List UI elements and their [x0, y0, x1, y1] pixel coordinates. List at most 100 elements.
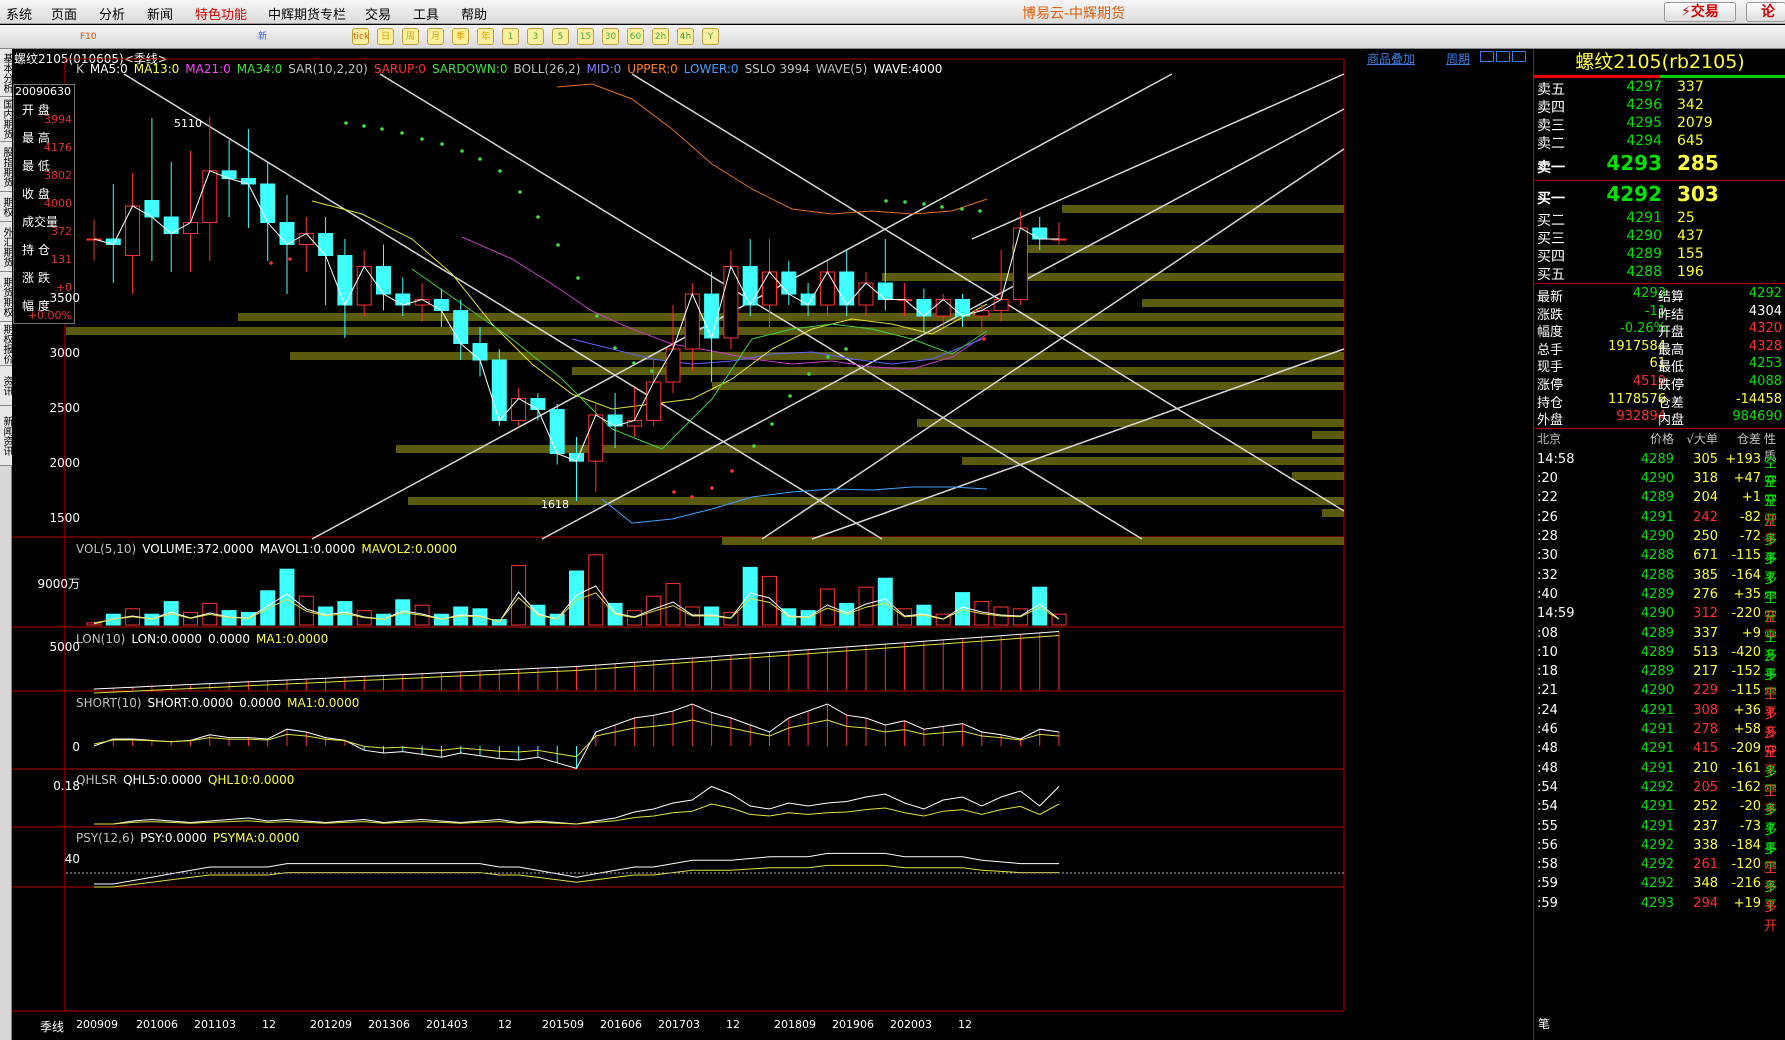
custom-icon[interactable]: Y [702, 28, 719, 45]
bid-row[interactable]: 买四 4289 155 [1534, 246, 1785, 266]
tick-oi-change: +19 [1733, 895, 1761, 911]
menu-tools[interactable]: 工具 [413, 4, 439, 23]
menu-page[interactable]: 页面 [51, 4, 77, 23]
table-icon[interactable] [300, 28, 317, 45]
min1-icon[interactable]: 1 [502, 28, 519, 45]
indicator-value: WAVE:4000 [873, 62, 943, 76]
info-label: 持 仓 [22, 243, 50, 257]
trend-line [971, 73, 1345, 240]
left-rail-tab[interactable]: 股指期货 [0, 142, 12, 192]
stat-value: 61 [1649, 356, 1666, 372]
home-icon[interactable] [29, 28, 46, 45]
chart-area[interactable]: 螺纹2105(010605)<季线> 商品叠加 周期 K MA5:0 MA13:0 M… [12, 49, 1532, 1040]
new-icon[interactable]: 新 [254, 28, 271, 45]
ask-row[interactable]: 卖二 4294 645 [1534, 133, 1785, 153]
candle-body [1032, 227, 1048, 240]
price-axis-label: 3500 [49, 291, 80, 305]
tick-volume: 312 [1693, 606, 1718, 622]
zoom-out-icon[interactable] [154, 28, 171, 45]
stat-value: 1178576 [1608, 391, 1666, 407]
ask-row[interactable]: 卖四 4296 342 [1534, 97, 1785, 117]
left-rail-tab[interactable]: 期权报价 [0, 322, 12, 366]
tick-oi-change: +1 [1741, 490, 1761, 506]
trade-button[interactable]: ⚡交易 [1664, 2, 1736, 22]
calc-icon[interactable] [730, 28, 747, 45]
tick-oi-change: -115 [1731, 683, 1761, 699]
bid-row[interactable]: 买一 4292 303 [1534, 182, 1785, 210]
tick-volume: 308 [1693, 702, 1718, 718]
left-rail-tab[interactable]: 新闻资讯 [0, 406, 12, 466]
left-rail-tab[interactable]: 国内期货 [0, 97, 12, 142]
left-rail-tab[interactable]: 外汇期货 [0, 222, 12, 272]
hour4-icon[interactable]: 4h [677, 28, 694, 45]
tick-time: :10 [1537, 644, 1558, 660]
menu-help[interactable]: 帮助 [461, 4, 487, 23]
candle-body [916, 299, 932, 317]
candle-body [993, 299, 1009, 311]
tick-oi-change: +35 [1733, 586, 1761, 602]
menu-features[interactable]: 特色功能 [195, 4, 247, 23]
bid-row[interactable]: 买三 4290 437 [1534, 228, 1785, 248]
grid-icon[interactable] [54, 28, 71, 45]
bid-volume: 25 [1677, 210, 1695, 226]
bid-volume: 196 [1677, 264, 1704, 280]
hour2-icon[interactable]: 2h [652, 28, 669, 45]
left-rail-tab[interactable]: 期权 [0, 192, 12, 222]
sar-dot [672, 490, 676, 494]
ask-row[interactable]: 卖一 4293 285 [1534, 151, 1785, 179]
tick-row[interactable]: :59 4293 294 +19 多开 [1534, 895, 1785, 934]
tick-volume: 318 [1693, 471, 1718, 487]
season-icon[interactable]: 季 [452, 28, 469, 45]
left-rail-tab[interactable]: 资讯 [0, 366, 12, 406]
back-arrow-icon[interactable] [4, 28, 21, 45]
min3-icon[interactable]: 3 [527, 28, 544, 45]
volume-profile-bar [1062, 205, 1344, 213]
layers-icon[interactable] [179, 28, 196, 45]
min60-icon[interactable]: 60 [627, 28, 644, 45]
month-icon[interactable]: 月 [427, 28, 444, 45]
qhl5-line [94, 785, 1060, 825]
toolbar: F10 新 tick 日周月季年 1 3 5 15 30 60 2h 4h Y [0, 25, 1785, 49]
menu-analysis[interactable]: 分析 [99, 4, 125, 23]
ask-row[interactable]: 卖五 4297 337 [1534, 79, 1785, 99]
bid-row[interactable]: 买二 4291 25 [1534, 210, 1785, 230]
year-icon[interactable]: 年 [477, 28, 494, 45]
min5-icon[interactable]: 5 [552, 28, 569, 45]
menu-news[interactable]: 新闻 [147, 4, 173, 23]
tick-footer: 笔 [1538, 1017, 1551, 1031]
sar-dot [595, 314, 599, 318]
f10-icon[interactable]: F10 [79, 28, 97, 45]
menu-zhonghui-column[interactable]: 中辉期货专栏 [268, 4, 346, 23]
menu-system[interactable]: 系统 [6, 4, 32, 23]
week-icon[interactable]: 周 [402, 28, 419, 45]
tick-oi-change: +36 [1733, 702, 1761, 718]
tick-price: 4291 [1640, 799, 1674, 815]
time-axis-label: 201906 [832, 1018, 874, 1031]
indicator-value: LON(10) [76, 632, 126, 646]
zoom-in-icon[interactable] [129, 28, 146, 45]
line-chart-icon[interactable] [325, 28, 342, 45]
stat-label: 最新 [1537, 290, 1564, 305]
time-axis-label: 201606 [600, 1018, 642, 1031]
min30-icon[interactable]: 30 [602, 28, 619, 45]
refresh-icon[interactable] [104, 28, 121, 45]
forum-button[interactable]: 论 [1746, 2, 1785, 22]
stat-value: -11 [1644, 303, 1666, 319]
tick-icon[interactable]: tick [352, 28, 369, 45]
indicator-value: SARDOWN:0 [431, 62, 508, 76]
sar-dot [807, 372, 811, 376]
day-icon[interactable]: 日 [377, 28, 394, 45]
bid-row[interactable]: 买五 4288 196 [1534, 264, 1785, 284]
draw-icon[interactable] [229, 28, 246, 45]
menu-trade[interactable]: 交易 [365, 4, 391, 23]
left-rail-tab[interactable]: 期货期权 [0, 272, 12, 322]
min15-icon[interactable]: 15 [577, 28, 594, 45]
pen-icon[interactable] [204, 28, 221, 45]
qhl10-line [94, 803, 1060, 825]
ask-row[interactable]: 卖三 4295 2079 [1534, 115, 1785, 135]
left-rail-tab[interactable]: 基本分析 [0, 49, 12, 97]
indicator-value: SHORT:0.0000 [147, 696, 234, 710]
stat-value: -0.26% [1620, 321, 1666, 337]
stat-label: 昨结 [1658, 307, 1685, 323]
tick-volume: 305 [1693, 451, 1718, 467]
